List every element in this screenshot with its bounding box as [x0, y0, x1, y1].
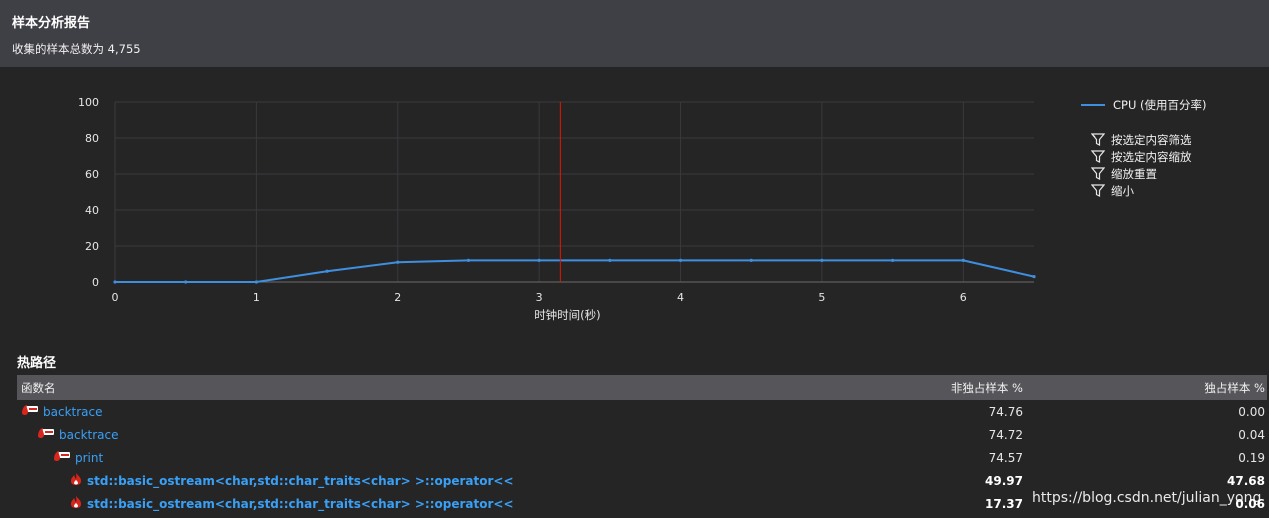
watermark-text: https://blog.csdn.net/julian_yong — [1032, 490, 1262, 506]
zoom-reset-label: 缩放重置 — [1111, 166, 1157, 181]
x-tick-label: 5 — [818, 291, 825, 304]
filter-by-selection-label: 按选定内容筛选 — [1111, 132, 1192, 147]
function-name-cell: backtrace — [17, 427, 837, 442]
exclusive-samples-cell: 47.68 — [1227, 473, 1265, 488]
cpu-data-point — [820, 258, 824, 262]
hot-path-icon — [37, 427, 55, 442]
y-tick-label: 40 — [85, 204, 99, 217]
y-tick-label: 20 — [85, 240, 99, 253]
zoom-out-label: 缩小 — [1111, 183, 1134, 198]
hot-path-title: 热路径 — [17, 356, 57, 371]
inclusive-samples-cell: 49.97 — [985, 473, 1023, 488]
inclusive-samples-cell: 74.72 — [988, 427, 1023, 442]
column-header-exclusive[interactable]: 独占样本 % — [1037, 380, 1267, 396]
cpu-usage-chart[interactable]: 0 20 40 60 80 100 0 1 2 3 4 5 6 时钟时间(秒) — [0, 67, 1069, 342]
cpu-data-point — [678, 258, 683, 262]
cpu-data-point — [466, 258, 471, 262]
flame-icon — [69, 472, 83, 489]
x-tick-label: 2 — [394, 291, 401, 304]
legend-series-label: CPU (使用百分率) — [1113, 97, 1207, 112]
y-tick-label: 100 — [78, 96, 99, 109]
legend-series-cpu[interactable]: CPU (使用百分率) — [1081, 96, 1207, 113]
exclusive-samples-cell: 0.00 — [1238, 404, 1265, 419]
exclusive-samples-cell: 0.04 — [1238, 427, 1265, 442]
x-tick-label: 3 — [536, 291, 543, 304]
zoom-out-button[interactable]: 缩小 — [1081, 182, 1207, 199]
cpu-data-point — [254, 280, 258, 284]
inclusive-samples-cell: 74.57 — [988, 450, 1023, 465]
table-row[interactable]: print 74.57 0.19 — [17, 446, 1267, 469]
y-tick-label: 80 — [85, 132, 99, 145]
filter-icon — [1091, 184, 1105, 197]
x-tick-label: 6 — [960, 291, 967, 304]
function-name-cell: std::basic_ostream<char,std::char_traits… — [17, 495, 837, 512]
zoom-reset-button[interactable]: 缩放重置 — [1081, 165, 1207, 182]
filter-icon — [1091, 150, 1105, 163]
legend-line-swatch — [1081, 103, 1105, 106]
cpu-data-point — [396, 260, 400, 264]
function-name-cell: backtrace — [17, 404, 837, 419]
cpu-data-point — [608, 258, 612, 262]
function-link[interactable]: print — [75, 451, 103, 465]
y-tick-label: 0 — [92, 276, 99, 289]
table-header: 函数名 非独占样本 % 独占样本 % — [17, 375, 1267, 400]
table-row[interactable]: backtrace 74.72 0.04 — [17, 423, 1267, 446]
column-header-function-name[interactable]: 函数名 — [17, 380, 837, 396]
cpu-data-point — [891, 258, 895, 262]
cpu-data-point — [184, 280, 188, 284]
function-link[interactable]: std::basic_ostream<char,std::char_traits… — [87, 474, 514, 488]
chart-legend: CPU (使用百分率) 按选定内容筛选 按选定内容缩放 缩放重置 缩小 — [1081, 96, 1207, 199]
cpu-data-point — [537, 258, 541, 262]
inclusive-samples-cell: 74.76 — [988, 404, 1023, 419]
table-row[interactable]: backtrace 74.76 0.00 — [17, 400, 1267, 423]
table-row[interactable]: std::basic_ostream<char,std::char_traits… — [17, 469, 1267, 492]
report-header: 样本分析报告 收集的样本总数为 4,755 — [0, 0, 1269, 67]
cpu-data-point — [113, 280, 117, 284]
hot-path-icon — [53, 450, 71, 465]
x-tick-label: 1 — [253, 291, 260, 304]
zoom-by-selection-button[interactable]: 按选定内容缩放 — [1081, 148, 1207, 165]
filter-by-selection-button[interactable]: 按选定内容筛选 — [1081, 131, 1207, 148]
sample-count-text: 收集的样本总数为 4,755 — [12, 42, 141, 56]
flame-icon — [69, 495, 83, 512]
y-tick-label: 60 — [85, 168, 99, 181]
filter-icon — [1091, 167, 1105, 180]
cpu-chart-area[interactable]: 0 20 40 60 80 100 0 1 2 3 4 5 6 时钟时间(秒) — [0, 67, 1269, 342]
function-link[interactable]: backtrace — [43, 405, 103, 419]
inclusive-samples-cell: 17.37 — [985, 496, 1023, 511]
function-name-cell: std::basic_ostream<char,std::char_traits… — [17, 472, 837, 489]
hot-path-icon — [21, 404, 39, 419]
function-name-cell: print — [17, 450, 837, 465]
x-tick-label: 4 — [677, 291, 684, 304]
zoom-by-selection-label: 按选定内容缩放 — [1111, 149, 1192, 164]
filter-selection-icon — [1091, 133, 1105, 146]
cpu-data-point — [749, 258, 753, 262]
page-title: 样本分析报告 — [12, 16, 91, 31]
cpu-data-point — [1032, 275, 1036, 279]
function-link[interactable]: std::basic_ostream<char,std::char_traits… — [87, 497, 514, 511]
x-axis-label: 时钟时间(秒) — [534, 308, 600, 322]
column-header-inclusive[interactable]: 非独占样本 % — [837, 380, 1037, 396]
cpu-series-line[interactable] — [115, 259, 1035, 283]
cpu-data-point — [325, 269, 329, 273]
cpu-data-point — [961, 258, 965, 262]
x-tick-label: 0 — [112, 291, 119, 304]
function-link[interactable]: backtrace — [59, 428, 119, 442]
exclusive-samples-cell: 0.19 — [1238, 450, 1265, 465]
